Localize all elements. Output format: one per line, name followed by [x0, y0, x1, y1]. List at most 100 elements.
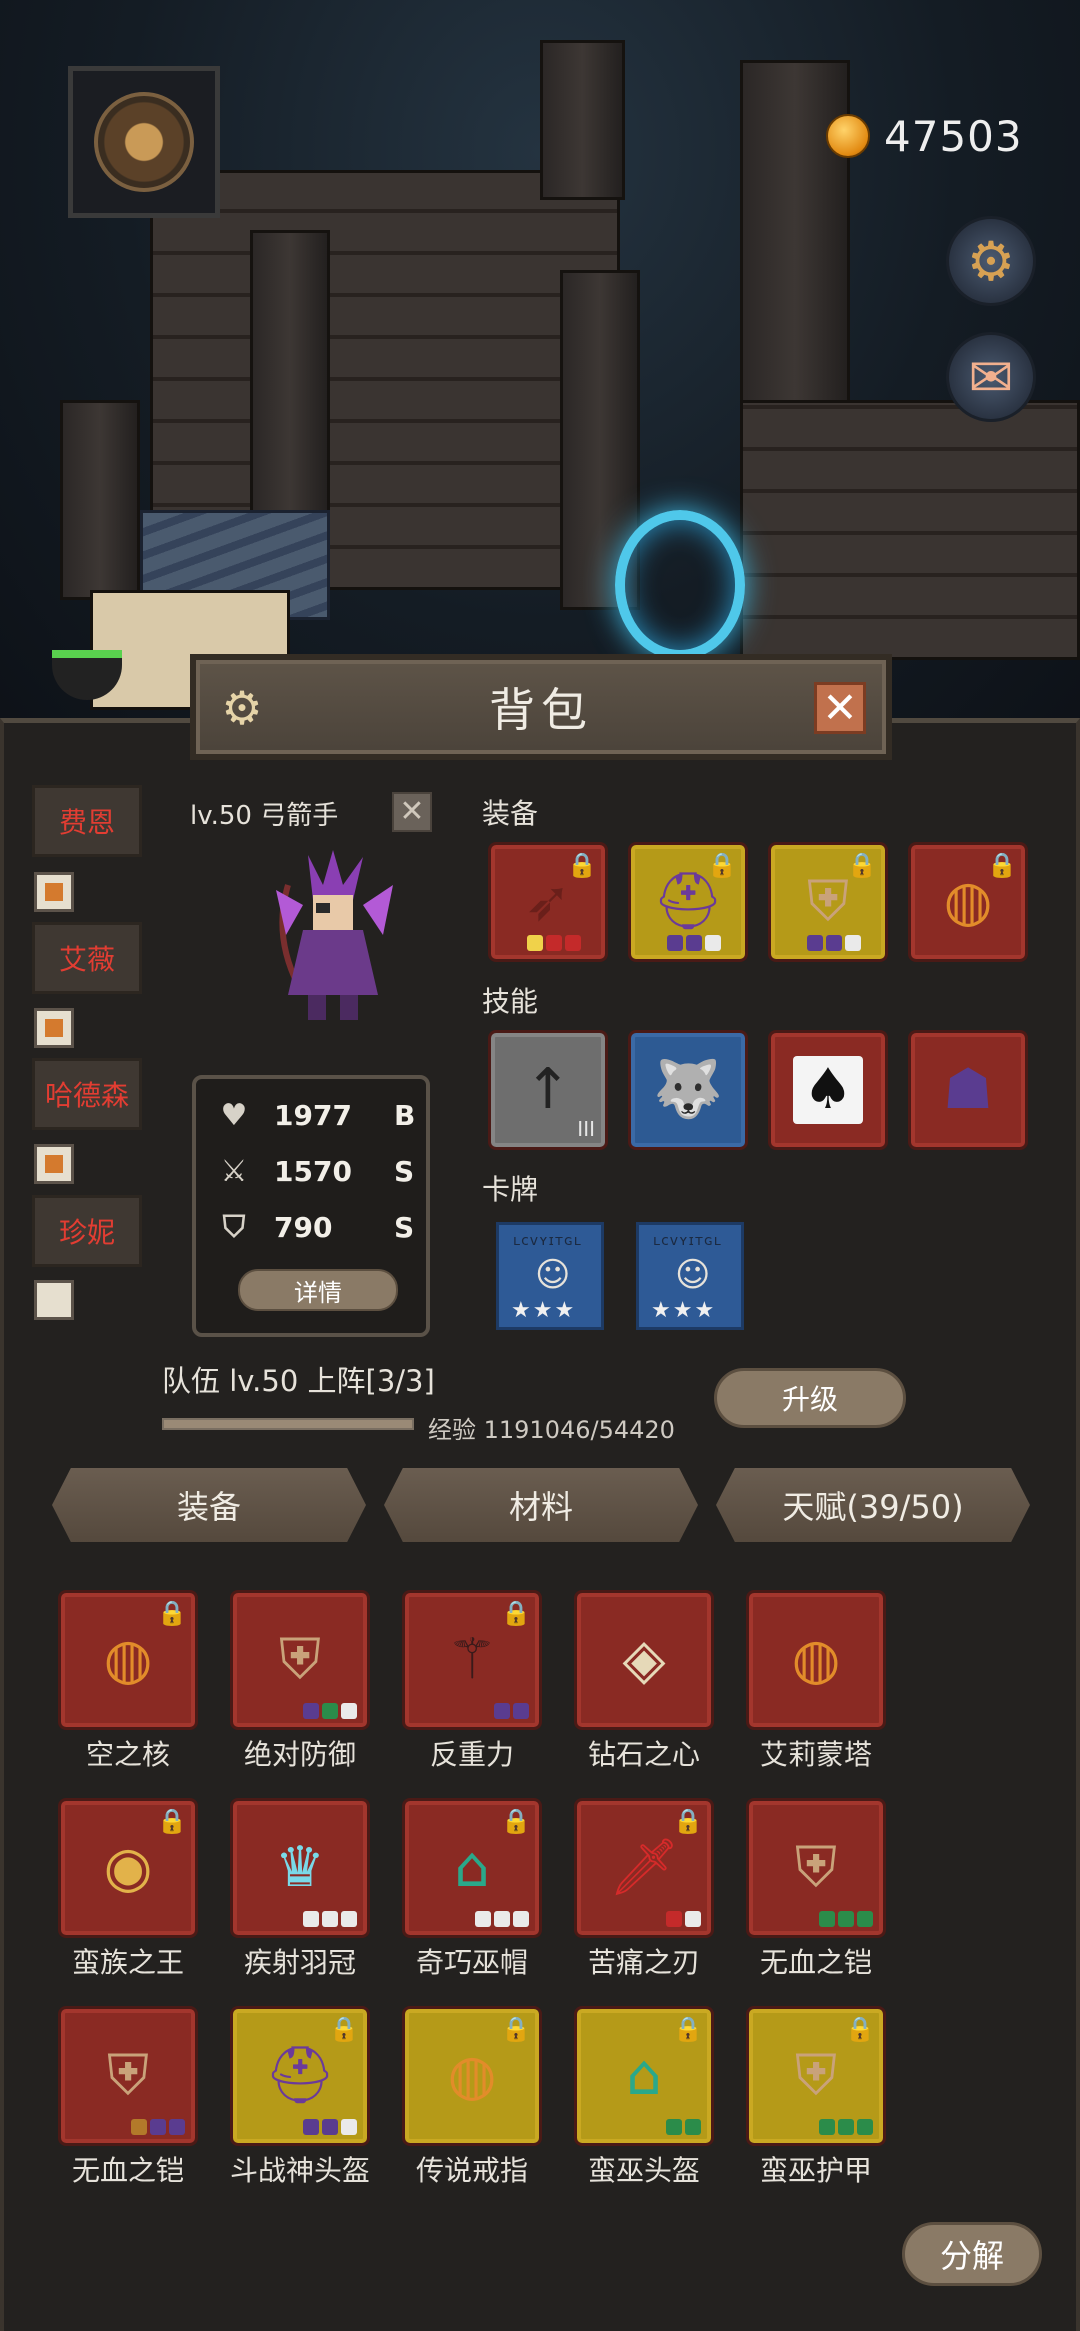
inventory-item-name: 苦痛之刃 — [587, 1946, 700, 1979]
lock-icon: 🔒 — [329, 2015, 359, 2043]
inventory-item[interactable]: ⌂ 🔒 奇巧巫帽 — [402, 1798, 542, 1980]
settings-button[interactable]: ⚙ — [946, 216, 1036, 306]
socket-dot — [857, 2119, 873, 2135]
hero-sprite — [276, 850, 393, 1020]
sword-icon: 🗡 — [608, 1835, 680, 1900]
hero-tab-3[interactable]: 珍妮 — [32, 1195, 142, 1267]
skill-slot-1[interactable]: 🐺 — [628, 1030, 748, 1150]
inventory-item[interactable]: 🗡 🔒 苦痛之刃 — [574, 1798, 714, 1980]
portal[interactable] — [615, 510, 745, 660]
inventory-item-slot[interactable]: ⛑ 🔒 — [230, 2006, 370, 2146]
skill-slot-3[interactable]: ☗ — [908, 1030, 1028, 1150]
socket-dot — [819, 1911, 835, 1927]
socket-dot — [494, 1703, 510, 1719]
stat-attack: ⚔ 1570 S — [216, 1151, 434, 1191]
hero-tab-0[interactable]: 费恩 — [32, 785, 142, 857]
ring-icon: ◍ — [791, 1627, 841, 1692]
inventory-item-slot[interactable]: ◉ 🔒 — [58, 1798, 198, 1938]
hero-tab-2[interactable]: 哈德森 — [32, 1058, 142, 1130]
inventory-item[interactable]: ◍ 艾莉蒙塔 — [746, 1590, 886, 1772]
coin-counter: 47503 — [826, 110, 1023, 162]
card-scroll-text: ʟᴄᴠʏɪᴛɢʟ — [513, 1233, 582, 1249]
inventory-item-slot[interactable]: ◍ — [746, 1590, 886, 1730]
inventory-item-slot[interactable]: ⌂ 🔒 — [402, 1798, 542, 1938]
socket-dot — [475, 1911, 491, 1927]
lock-icon: 🔒 — [845, 2015, 875, 2043]
skill-slot-2[interactable]: ♠ — [768, 1030, 888, 1150]
inventory-item[interactable]: ⛨ 🔒 蛮巫护甲 — [746, 2006, 886, 2188]
inventory-item-slot[interactable]: ◈ — [574, 1590, 714, 1730]
socket-dot — [341, 1703, 357, 1719]
socket-dot — [494, 1911, 510, 1927]
socket-dots — [303, 2119, 357, 2135]
armor-icon: ⛨ — [807, 869, 849, 934]
inventory-item[interactable]: ⚚ 🔒 反重力 — [402, 1590, 542, 1772]
inventory-item-name: 传说戒指 — [415, 2154, 528, 2187]
inventory-item[interactable]: ◍ 🔒 传说戒指 — [402, 2006, 542, 2188]
inventory-item-slot[interactable]: ⌂ 🔒 — [574, 2006, 714, 2146]
inventory-item[interactable]: ◈ 钻石之心 — [574, 1590, 714, 1772]
inventory-item[interactable]: ⛨ 无血之铠 — [746, 1798, 886, 1980]
tab-talents[interactable]: 天赋(39/50) — [716, 1468, 1030, 1542]
upgrade-button[interactable]: 升级 — [714, 1368, 906, 1428]
equipment-slot-1[interactable]: ⛑ 🔒 — [628, 842, 748, 962]
inventory-item[interactable]: ♛ 疾射羽冠 — [230, 1798, 370, 1980]
hero-checkbox-2[interactable] — [34, 1144, 74, 1184]
inventory-item[interactable]: ◉ 🔒 蛮族之王 — [58, 1798, 198, 1980]
socket-dot — [169, 2119, 185, 2135]
mail-button[interactable]: ✉ — [946, 332, 1036, 422]
armor-icon: ⛨ — [107, 2043, 149, 2108]
inventory-item[interactable]: ⛨ 绝对防御 — [230, 1590, 370, 1772]
inventory-item-slot[interactable]: ⛨ 🔒 — [746, 2006, 886, 2146]
hero-stats-box: ♥ 1977 B ⚔ 1570 S ⛉ 790 S 详情 — [192, 1075, 430, 1337]
details-button[interactable]: 详情 — [238, 1269, 398, 1311]
inventory-item[interactable]: ⛨ 无血之铠 — [58, 2006, 198, 2188]
sword-icon: ⚔ — [220, 1153, 248, 1189]
socket-dot — [686, 935, 702, 951]
card-slot-0[interactable]: ʟᴄᴠʏɪᴛɢʟ ☺ ★★★ — [496, 1222, 604, 1330]
ring-icon: ◍ — [103, 1627, 153, 1692]
inventory-item-slot[interactable]: ◍ 🔒 — [58, 1590, 198, 1730]
gear-icon[interactable]: ⚙ — [216, 682, 268, 734]
socket-dot — [150, 2119, 166, 2135]
inventory-item-slot[interactable]: ⚚ 🔒 — [402, 1590, 542, 1730]
hero-checkbox-0[interactable] — [34, 872, 74, 912]
inventory-item-slot[interactable]: ♛ — [230, 1798, 370, 1938]
equipment-slot-0[interactable]: ➶ 🔒 — [488, 842, 608, 962]
hero-tab-1[interactable]: 艾薇 — [32, 922, 142, 994]
skill-slot-0[interactable]: ↑ III — [488, 1030, 608, 1150]
equipment-slot-2[interactable]: ⛨ 🔒 — [768, 842, 888, 962]
hat-icon: ⌂ — [454, 1835, 490, 1900]
stat-defense-grade: S — [394, 1210, 415, 1244]
close-button[interactable]: ✕ — [814, 682, 866, 734]
remove-hero-button[interactable]: ✕ — [392, 792, 432, 832]
socket-dot — [838, 1911, 854, 1927]
inventory-item[interactable]: ◍ 🔒 空之核 — [58, 1590, 198, 1772]
inventory-item-slot[interactable]: ◍ 🔒 — [402, 2006, 542, 2146]
socket-dot — [322, 1703, 338, 1719]
skill-tier: III — [577, 1117, 595, 1141]
tab-materials[interactable]: 材料 — [384, 1468, 698, 1542]
guild-emblem-button[interactable] — [68, 66, 220, 218]
hero-checkbox-1[interactable] — [34, 1008, 74, 1048]
card-slot-1[interactable]: ʟᴄᴠʏɪᴛɢʟ ☺ ★★★ — [636, 1222, 744, 1330]
equipment-slot-3[interactable]: ◍ 🔒 — [908, 842, 1028, 962]
inventory-item-name: 绝对防御 — [243, 1738, 356, 1771]
decompose-button[interactable]: 分解 — [902, 2222, 1042, 2286]
stat-hp-grade: B — [394, 1098, 416, 1132]
inventory-item[interactable]: ⛑ 🔒 斗战神头盔 — [230, 2006, 370, 2188]
stat-defense-value: 790 — [274, 1210, 333, 1244]
socket-dot — [807, 935, 823, 951]
inventory-item-name: 无血之铠 — [71, 2154, 184, 2187]
inventory-item-slot[interactable]: ⛨ — [230, 1590, 370, 1730]
hero-checkbox-3[interactable] — [34, 1280, 74, 1320]
socket-dot — [303, 1703, 319, 1719]
socket-dots — [819, 1911, 873, 1927]
inventory-item-slot[interactable]: ⛨ — [58, 2006, 198, 2146]
lock-icon: 🔒 — [567, 851, 597, 879]
stat-hp-value: 1977 — [274, 1098, 352, 1132]
inventory-item-slot[interactable]: 🗡 🔒 — [574, 1798, 714, 1938]
inventory-item[interactable]: ⌂ 🔒 蛮巫头盔 — [574, 2006, 714, 2188]
inventory-item-slot[interactable]: ⛨ — [746, 1798, 886, 1938]
tab-equipment[interactable]: 装备 — [52, 1468, 366, 1542]
